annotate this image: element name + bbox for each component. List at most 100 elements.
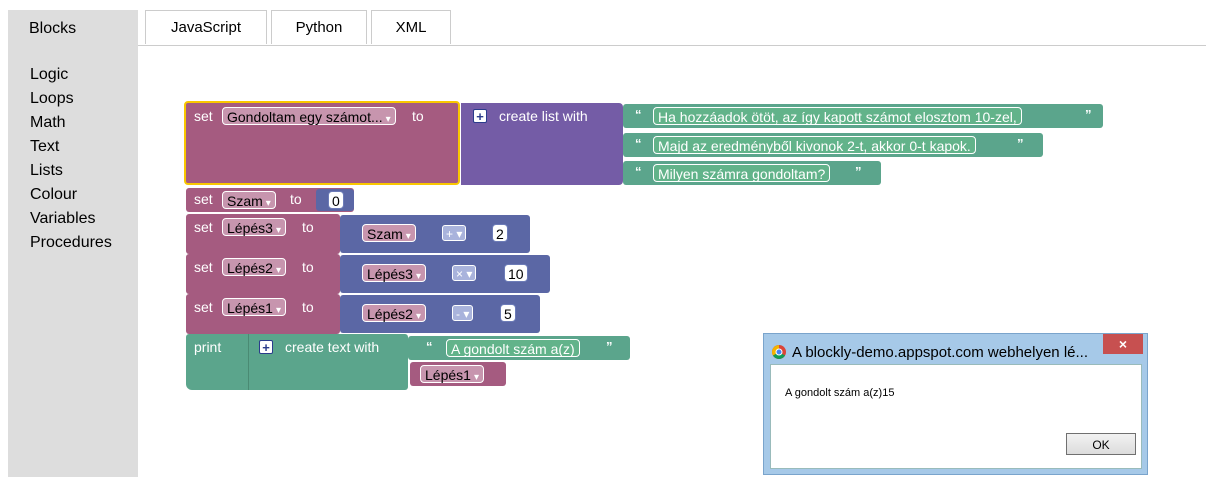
math-arithmetic-block-times[interactable]: Lépés3 ▾ × ▾ 10	[340, 255, 550, 293]
quote-open-icon: “	[426, 339, 433, 354]
variable-getter-lepes1[interactable]: Lépés1 ▾	[420, 365, 484, 383]
operator-dropdown-times[interactable]: × ▾	[452, 265, 477, 281]
toolbox-sidebar: Blocks Logic Loops Math Text Lists Colou…	[8, 10, 138, 477]
set-keyword: set	[194, 219, 213, 235]
dropdown-arrow-icon: ▾	[415, 271, 421, 282]
category-lists[interactable]: Lists	[30, 159, 112, 183]
number-value[interactable]: 0	[328, 191, 344, 209]
to-keyword: to	[302, 219, 314, 235]
set-keyword: set	[194, 299, 213, 315]
variable-name: Gondoltam egy számot...	[227, 109, 383, 125]
text-string-block-2[interactable]: “ Majd az eredményből kivonok 2-t, akkor…	[623, 133, 1043, 157]
text-value-2[interactable]: Majd az eredményből kivonok 2-t, akkor 0…	[653, 136, 976, 154]
mutator-plus-icon[interactable]: +	[259, 340, 273, 354]
variable-name: Szam	[227, 193, 263, 209]
math-arithmetic-block-plus[interactable]: Szam ▾ + ▾ 2	[340, 215, 530, 253]
quote-open-icon: “	[635, 136, 642, 151]
create-text-block[interactable]: + create text with	[248, 334, 408, 390]
quote-close-icon: ”	[1017, 136, 1024, 151]
text-value-1[interactable]: Ha hozzáadok ötöt, az így kapott számot …	[653, 107, 1022, 125]
category-logic[interactable]: Logic	[30, 63, 112, 87]
quote-open-icon: “	[635, 164, 642, 179]
variable-getter-lepes2[interactable]: Lépés2 ▾	[362, 304, 426, 322]
variable-dropdown-gondoltam[interactable]: Gondoltam egy számot... ▾	[222, 107, 396, 125]
dropdown-arrow-icon: ▾	[463, 307, 470, 321]
print-block[interactable]: print	[186, 334, 248, 390]
alert-dialog: A blockly-demo.appspot.com webhelyen lé.…	[763, 333, 1148, 475]
set-keyword: set	[194, 108, 213, 124]
category-colour[interactable]: Colour	[30, 183, 112, 207]
variable-name: Lépés3	[227, 220, 273, 236]
set-keyword: set	[194, 191, 213, 207]
variable-name: Lépés1	[425, 367, 471, 383]
dropdown-arrow-icon: ▾	[265, 198, 271, 209]
dialog-message: A gondolt szám a(z)15	[785, 387, 895, 399]
dropdown-arrow-icon: ▾	[466, 267, 473, 281]
create-list-block[interactable]: + create list with	[461, 103, 623, 185]
mutator-plus-icon[interactable]: +	[473, 109, 487, 123]
dropdown-arrow-icon: ▾	[275, 225, 281, 236]
dropdown-arrow-icon: ▾	[385, 114, 391, 125]
set-keyword: set	[194, 259, 213, 275]
create-text-label: create text with	[285, 339, 380, 355]
toolbox-category-list: Logic Loops Math Text Lists Colour Varia…	[30, 63, 112, 255]
code-tab-bar: JavaScript Python XML	[138, 10, 1206, 46]
variable-name: Szam	[367, 226, 403, 242]
print-keyword: print	[194, 339, 222, 355]
dialog-close-button[interactable]: ×	[1103, 334, 1143, 354]
dialog-title: A blockly-demo.appspot.com webhelyen lé.…	[792, 344, 1088, 361]
set-variable-block-lepes1[interactable]: set Lépés1 ▾ to	[186, 294, 340, 334]
category-text[interactable]: Text	[30, 135, 112, 159]
text-string-block-3[interactable]: “ Milyen számra gondoltam? ”	[623, 161, 881, 185]
chrome-icon	[772, 345, 786, 359]
variable-dropdown-lepes3[interactable]: Lépés3 ▾	[222, 218, 286, 236]
dropdown-arrow-icon: ▾	[473, 372, 479, 383]
operator-symbol: +	[446, 227, 454, 241]
tab-javascript[interactable]: JavaScript	[145, 10, 267, 44]
operator-dropdown-plus[interactable]: + ▾	[442, 225, 467, 241]
variable-dropdown-szam[interactable]: Szam ▾	[222, 191, 276, 209]
number-value[interactable]: 2	[492, 224, 508, 242]
create-list-label: create list with	[499, 108, 588, 124]
variable-name: Lépés1	[227, 300, 273, 316]
category-variables[interactable]: Variables	[30, 207, 112, 231]
set-variable-block-lepes3[interactable]: set Lépés3 ▾ to	[186, 214, 340, 254]
text-value-print[interactable]: A gondolt szám a(z)	[446, 339, 580, 357]
variable-dropdown-lepes1[interactable]: Lépés1 ▾	[222, 298, 286, 316]
dropdown-arrow-icon: ▾	[415, 311, 421, 322]
ok-button[interactable]: OK	[1066, 433, 1136, 455]
tab-xml[interactable]: XML	[371, 10, 451, 44]
dropdown-arrow-icon: ▾	[456, 227, 463, 241]
variable-name: Lépés2	[227, 260, 273, 276]
category-loops[interactable]: Loops	[30, 87, 112, 111]
to-keyword: to	[302, 299, 314, 315]
variable-getter-block-lepes1[interactable]: Lépés1 ▾	[410, 362, 506, 386]
number-value[interactable]: 10	[504, 264, 528, 282]
operator-symbol: -	[456, 307, 460, 321]
quote-close-icon: ”	[606, 339, 613, 354]
text-value-3[interactable]: Milyen számra gondoltam?	[653, 164, 831, 182]
category-math[interactable]: Math	[30, 111, 112, 135]
dropdown-arrow-icon: ▾	[275, 305, 281, 316]
variable-name: Lépés2	[367, 306, 413, 322]
tab-python[interactable]: Python	[271, 10, 367, 44]
dialog-body: A gondolt szám a(z)15 OK	[770, 364, 1142, 469]
toolbox-title: Blocks	[29, 20, 77, 37]
number-block-0[interactable]: 0	[316, 189, 354, 211]
math-arithmetic-block-minus[interactable]: Lépés2 ▾ - ▾ 5	[340, 295, 540, 333]
quote-close-icon: ”	[855, 164, 862, 179]
number-value[interactable]: 5	[500, 304, 516, 322]
variable-dropdown-lepes2[interactable]: Lépés2 ▾	[222, 258, 286, 276]
set-variable-block-lepes2[interactable]: set Lépés2 ▾ to	[186, 254, 340, 294]
text-string-block-1[interactable]: “ Ha hozzáadok ötöt, az így kapott számo…	[623, 104, 1103, 128]
set-variable-block-list[interactable]: set Gondoltam egy számot... ▾ to	[184, 101, 460, 185]
quote-close-icon: ”	[1085, 107, 1092, 122]
dropdown-arrow-icon: ▾	[275, 265, 281, 276]
text-string-block-print[interactable]: “ A gondolt szám a(z) ”	[408, 336, 630, 360]
to-keyword: to	[290, 191, 302, 207]
variable-getter-szam[interactable]: Szam ▾	[362, 224, 416, 242]
category-procedures[interactable]: Procedures	[30, 231, 112, 255]
variable-getter-lepes3[interactable]: Lépés3 ▾	[362, 264, 426, 282]
operator-symbol: ×	[456, 267, 464, 281]
operator-dropdown-minus[interactable]: - ▾	[452, 305, 474, 321]
